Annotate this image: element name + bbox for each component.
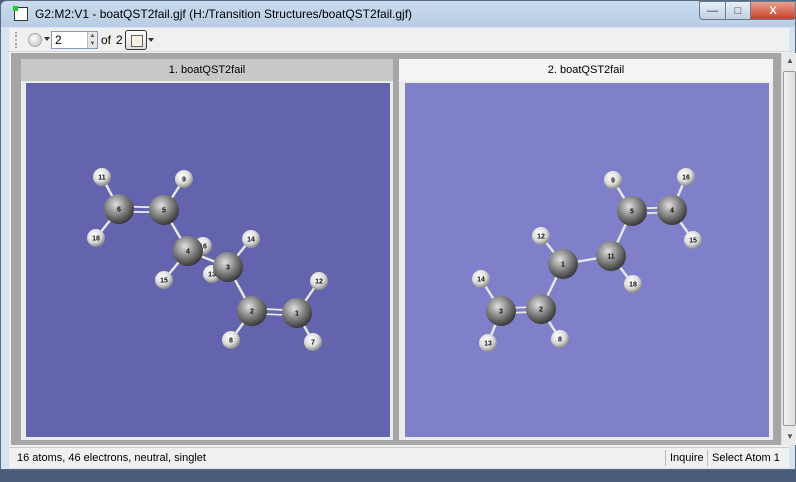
hydrogen-atom[interactable]: 18 <box>87 229 105 247</box>
carbon-atom[interactable]: 11 <box>596 241 626 271</box>
carbon-atom[interactable]: 2 <box>526 294 556 324</box>
hydrogen-atom[interactable]: 15 <box>155 271 173 289</box>
minimize-button[interactable]: — <box>699 1 726 20</box>
scroll-up-arrow-icon[interactable]: ▲ <box>782 53 796 69</box>
atom-label: 3 <box>226 265 230 272</box>
hydrogen-atom[interactable]: 15 <box>684 231 702 249</box>
carbon-atom[interactable]: 2 <box>237 296 267 326</box>
atom-label: 9 <box>611 178 615 185</box>
frame-title: 1. boatQST2fail <box>21 59 393 81</box>
atom-label: 9 <box>182 177 186 184</box>
carbon-atom[interactable]: 1 <box>548 249 578 279</box>
atom-label: 14 <box>247 237 255 244</box>
carbon-atom[interactable]: 3 <box>213 252 243 282</box>
atom-label: 2 <box>250 309 254 316</box>
atom-label: 3 <box>499 309 503 316</box>
scrollbar-thumb[interactable] <box>783 71 796 426</box>
hydrogen-atom[interactable]: 8 <box>551 330 569 348</box>
carbon-atom[interactable]: 4 <box>173 236 203 266</box>
atom-label: 12 <box>537 234 545 241</box>
atom-label: 11 <box>98 175 106 182</box>
molecule-viewport[interactable]: 8 13 14 18 12 15 16 9 5 4 11 1 3 2 <box>405 83 769 437</box>
frame-number-input[interactable]: 2 ▲ ▼ <box>51 31 98 49</box>
toolbar-grip[interactable] <box>15 32 18 48</box>
hydrogen-atom[interactable]: 7 <box>304 333 322 351</box>
gaussview-app-icon[interactable] <box>13 6 28 21</box>
atom-label: 5 <box>162 208 166 215</box>
atom-label: 4 <box>186 249 190 256</box>
app-window: G2:M2:V1 - boatQST2fail.gjf (H:/Transiti… <box>0 0 796 470</box>
frames-canvas: 1. boatQST2fail 7 8 12 15 14 13 16 18 9 11 6 5 4 3 2 1 … <box>11 53 781 445</box>
frame-number-value: 2 <box>55 33 62 47</box>
hydrogen-atom[interactable]: 16 <box>677 168 695 186</box>
atom-label: 8 <box>229 338 233 345</box>
hydrogen-atom[interactable]: 8 <box>222 331 240 349</box>
frame-panel-2[interactable]: 2. boatQST2fail 8 13 14 18 12 15 16 9 5 4 11 1 3 2 <box>399 59 773 440</box>
hydrogen-atom[interactable]: 11 <box>93 168 111 186</box>
hydrogen-atom[interactable]: 12 <box>310 272 328 290</box>
atom-label: 15 <box>689 238 697 245</box>
atom-label: 18 <box>629 282 637 289</box>
hydrogen-atom[interactable]: 13 <box>479 334 497 352</box>
molecule-viewport[interactable]: 7 8 12 15 14 13 16 18 9 11 6 5 4 3 2 1 <box>26 83 390 437</box>
title-bar[interactable]: G2:M2:V1 - boatQST2fail.gjf (H:/Transiti… <box>1 1 795 27</box>
carbon-atom[interactable]: 4 <box>657 195 687 225</box>
scroll-down-arrow-icon[interactable]: ▼ <box>782 429 796 445</box>
atom-label: 15 <box>160 278 168 285</box>
view-mode-button[interactable] <box>125 30 147 50</box>
frame-panel-1[interactable]: 1. boatQST2fail 7 8 12 15 14 13 16 18 9 11 6 5 4 3 2 1 <box>21 59 393 440</box>
maximize-button[interactable]: □ <box>725 1 751 20</box>
dropdown-arrow-icon[interactable] <box>44 37 50 41</box>
frame-total: 2 <box>116 33 123 47</box>
hydrogen-atom[interactable]: 9 <box>604 171 622 189</box>
atom-label: 8 <box>558 337 562 344</box>
atom-label: 12 <box>315 279 323 286</box>
carbon-atom[interactable]: 6 <box>104 194 134 224</box>
carbon-atom[interactable]: 1 <box>282 298 312 328</box>
frame-spinner[interactable]: ▲ ▼ <box>87 32 97 48</box>
hydrogen-atom[interactable]: 14 <box>242 230 260 248</box>
window-title: G2:M2:V1 - boatQST2fail.gjf (H:/Transiti… <box>35 7 413 21</box>
carbon-atom[interactable]: 5 <box>149 195 179 225</box>
atom-label: 6 <box>117 207 121 214</box>
action-indicator: Select Atom 1 <box>707 450 784 466</box>
atom-label: 7 <box>311 340 315 347</box>
atom-label: 13 <box>484 341 492 348</box>
chevron-down-icon[interactable] <box>148 38 154 42</box>
hydrogen-atom[interactable]: 12 <box>532 227 550 245</box>
animate-circle-icon[interactable] <box>28 33 42 47</box>
hydrogen-atom[interactable]: 14 <box>472 270 490 288</box>
atom-label: 16 <box>682 175 690 182</box>
atom-label: 18 <box>92 236 100 243</box>
carbon-atom[interactable]: 5 <box>617 196 647 226</box>
atom-label: 14 <box>477 277 485 284</box>
frame-title: 2. boatQST2fail <box>399 59 773 81</box>
atom-label: 5 <box>630 209 634 216</box>
status-bar: 16 atoms, 46 electrons, neutral, singlet… <box>9 447 789 467</box>
molecule-summary: 16 atoms, 46 electrons, neutral, singlet <box>17 452 206 464</box>
close-button[interactable]: X <box>750 1 796 20</box>
atom-label: 11 <box>607 254 615 261</box>
vertical-scrollbar[interactable]: ▲ ▼ <box>781 53 796 445</box>
frame-toolbar: 2 ▲ ▼ of 2 <box>9 28 789 52</box>
atom-label: 1 <box>295 311 299 318</box>
of-label: of <box>101 33 112 47</box>
hydrogen-atom[interactable]: 18 <box>624 275 642 293</box>
atom-label: 2 <box>539 307 543 314</box>
atom-label: 1 <box>561 262 565 269</box>
carbon-atom[interactable]: 3 <box>486 296 516 326</box>
atom-label: 4 <box>670 208 674 215</box>
hydrogen-atom[interactable]: 9 <box>175 170 193 188</box>
mode-indicator: Inquire <box>665 450 708 466</box>
client-area: 2 ▲ ▼ of 2 1. boatQST2fail 7 8 12 15 14 13 16 18… <box>9 28 796 468</box>
